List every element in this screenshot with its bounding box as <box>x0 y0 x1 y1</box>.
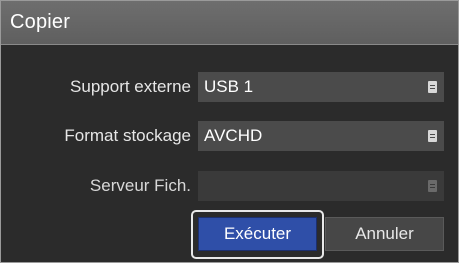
serveur-fich-label: Serveur Fich. <box>89 176 191 195</box>
support-externe-select[interactable]: USB 1 <box>198 72 444 102</box>
format-stockage-select[interactable]: AVCHD <box>198 121 444 151</box>
support-externe-label: Support externe <box>70 77 191 96</box>
dialog-title: Copier <box>10 11 71 33</box>
execute-button[interactable]: Exécuter <box>198 217 317 251</box>
list-icon <box>428 130 437 142</box>
list-icon <box>428 81 437 93</box>
title-bar: Copier <box>1 1 458 45</box>
serveur-fich-select <box>198 171 444 201</box>
support-externe-value: USB 1 <box>204 77 254 96</box>
format-stockage-value: AVCHD <box>204 126 263 145</box>
copy-dialog: Copier Support externe USB 1 Format stoc… <box>0 0 459 263</box>
list-icon <box>428 180 437 192</box>
cancel-button[interactable]: Annuler <box>325 217 444 251</box>
format-stockage-label: Format stockage <box>64 126 191 145</box>
